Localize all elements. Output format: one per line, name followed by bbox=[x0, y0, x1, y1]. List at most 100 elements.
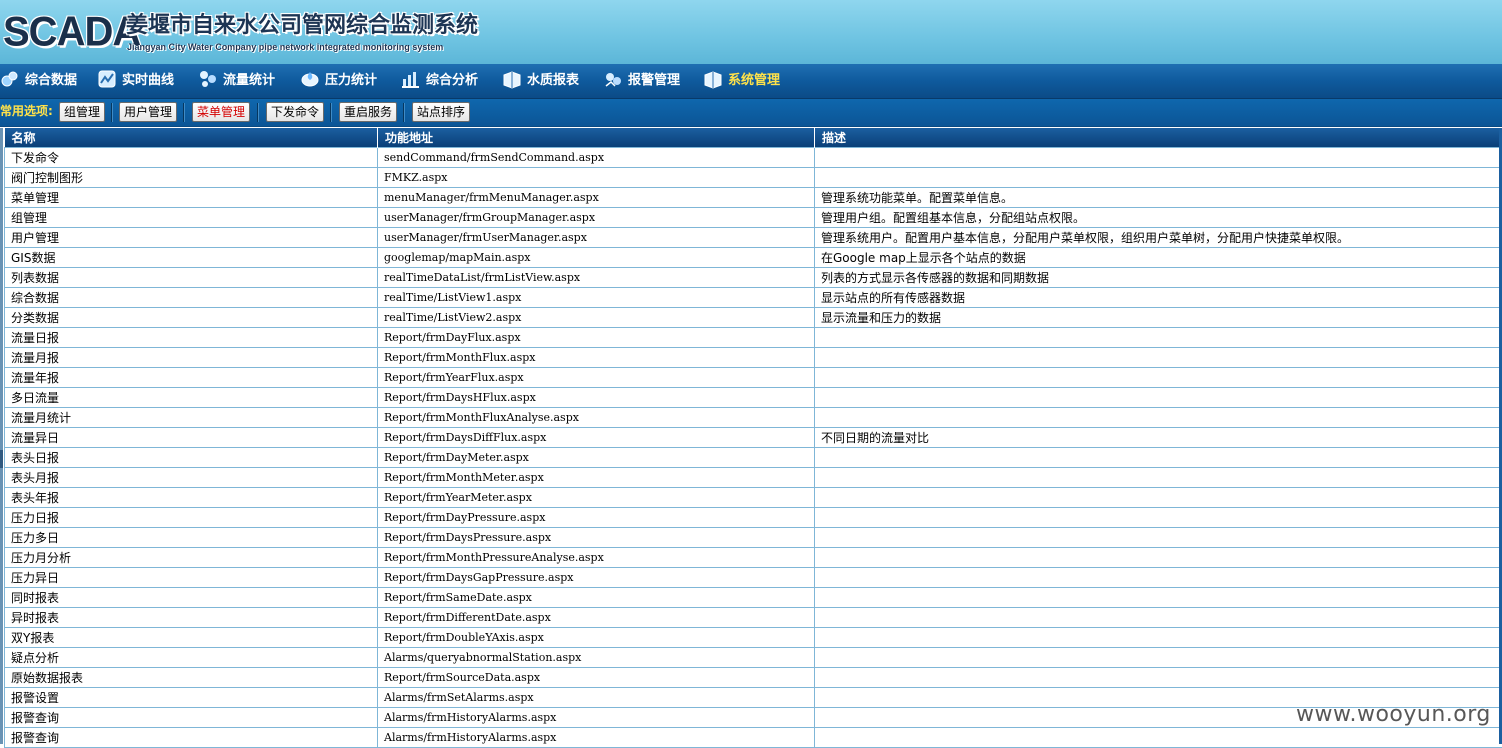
menu-name-cell: GIS数据 bbox=[5, 248, 378, 268]
table-row[interactable]: 多日流量Report/frmDaysHFlux.aspx bbox=[5, 388, 1502, 408]
table-row[interactable]: GIS数据googlemap/mapMain.aspx在Google map上显… bbox=[5, 248, 1502, 268]
menu-name-cell: 表头日报 bbox=[5, 448, 378, 468]
nav-item-flow-stats[interactable]: 流量统计 bbox=[198, 64, 275, 98]
menu-description-cell bbox=[815, 148, 1502, 168]
divider bbox=[257, 103, 259, 122]
station-sort-button[interactable]: 站点排序 bbox=[412, 102, 470, 122]
table-row[interactable]: 流量月统计Report/frmMonthFluxAnalyse.aspx bbox=[5, 408, 1502, 428]
menu-address-cell: Report/frmDayPressure.aspx bbox=[378, 508, 815, 528]
nav-item-realtime-curve[interactable]: 实时曲线 bbox=[97, 64, 174, 98]
table-row[interactable]: 压力异日Report/frmDaysGapPressure.aspx bbox=[5, 568, 1502, 588]
header-banner: SCADA 姜堰市自来水公司管网综合监测系统 Jiangyan City Wat… bbox=[0, 0, 1502, 66]
table-row[interactable]: 表头日报Report/frmDayMeter.aspx bbox=[5, 448, 1502, 468]
table-row[interactable]: 报警查询Alarms/frmHistoryAlarms.aspx bbox=[5, 708, 1502, 728]
menu-name-cell: 疑点分析 bbox=[5, 648, 378, 668]
table-row[interactable]: 原始数据报表Report/frmSourceData.aspx bbox=[5, 668, 1502, 688]
menu-table: 名称 功能地址 描述 下发命令sendCommand/frmSendComman… bbox=[4, 128, 1502, 748]
table-row[interactable]: 压力月分析Report/frmMonthPressureAnalyse.aspx bbox=[5, 548, 1502, 568]
menu-name-cell: 报警设置 bbox=[5, 688, 378, 708]
menu-name-cell: 压力多日 bbox=[5, 528, 378, 548]
table-row[interactable]: 异时报表Report/frmDifferentDate.aspx bbox=[5, 608, 1502, 628]
table-row[interactable]: 表头月报Report/frmMonthMeter.aspx bbox=[5, 468, 1502, 488]
menu-description-cell: 管理系统功能菜单。配置菜单信息。 bbox=[815, 188, 1502, 208]
menu-address-cell: realTime/ListView1.aspx bbox=[378, 288, 815, 308]
menu-description-cell bbox=[815, 468, 1502, 488]
table-row[interactable]: 分类数据realTime/ListView2.aspx显示流量和压力的数据 bbox=[5, 308, 1502, 328]
menu-address-cell: Report/frmDayFlux.aspx bbox=[378, 328, 815, 348]
menu-description-cell bbox=[815, 488, 1502, 508]
table-row[interactable]: 菜单管理menuManager/frmMenuManager.aspx管理系统功… bbox=[5, 188, 1502, 208]
nav-label: 流量统计 bbox=[223, 73, 275, 88]
menu-description-cell bbox=[815, 508, 1502, 528]
menu-name-cell: 流量月报 bbox=[5, 348, 378, 368]
table-row[interactable]: 疑点分析Alarms/queryabnormalStation.aspx bbox=[5, 648, 1502, 668]
menu-description-cell: 在Google map上显示各个站点的数据 bbox=[815, 248, 1502, 268]
group-management-button[interactable]: 组管理 bbox=[59, 102, 105, 122]
nav-item-analysis[interactable]: 综合分析 bbox=[401, 64, 478, 98]
nav-label: 压力统计 bbox=[325, 73, 377, 88]
table-row[interactable]: 表头年报Report/frmYearMeter.aspx bbox=[5, 488, 1502, 508]
quick-options-bar: 常用选项: 组管理 用户管理 菜单管理 下发命令 重启服务 站点排序 bbox=[0, 99, 1502, 127]
table-row[interactable]: 流量日报Report/frmDayFlux.aspx bbox=[5, 328, 1502, 348]
table-row[interactable]: 压力日报Report/frmDayPressure.aspx bbox=[5, 508, 1502, 528]
menu-name-cell: 组管理 bbox=[5, 208, 378, 228]
menu-description-cell bbox=[815, 548, 1502, 568]
table-row[interactable]: 流量年报Report/frmYearFlux.aspx bbox=[5, 368, 1502, 388]
menu-name-cell: 双Y报表 bbox=[5, 628, 378, 648]
menu-name-cell: 分类数据 bbox=[5, 308, 378, 328]
menu-address-cell: sendCommand/frmSendCommand.aspx bbox=[378, 148, 815, 168]
menu-address-cell: Alarms/frmHistoryAlarms.aspx bbox=[378, 708, 815, 728]
table-row[interactable]: 报警查询Alarms/frmHistoryAlarms.aspx bbox=[5, 728, 1502, 748]
left-edge bbox=[0, 128, 3, 744]
menu-description-cell bbox=[815, 628, 1502, 648]
logo: SCADA bbox=[3, 9, 140, 55]
table-row[interactable]: 双Y报表Report/frmDoubleYAxis.aspx bbox=[5, 628, 1502, 648]
table-row[interactable]: 组管理userManager/frmGroupManager.aspx管理用户组… bbox=[5, 208, 1502, 228]
menu-name-cell: 用户管理 bbox=[5, 228, 378, 248]
column-header-name[interactable]: 名称 bbox=[5, 128, 378, 148]
table-row[interactable]: 阀门控制图形FMKZ.aspx bbox=[5, 168, 1502, 188]
nav-item-integrated-data[interactable]: 综合数据 bbox=[0, 64, 77, 98]
menu-address-cell: menuManager/frmMenuManager.aspx bbox=[378, 188, 815, 208]
restart-service-button[interactable]: 重启服务 bbox=[339, 102, 397, 122]
table-row[interactable]: 流量月报Report/frmMonthFlux.aspx bbox=[5, 348, 1502, 368]
menu-name-cell: 列表数据 bbox=[5, 268, 378, 288]
nav-item-water-quality-report[interactable]: 水质报表 bbox=[502, 64, 579, 98]
watermark: www.wooyun.org bbox=[1296, 702, 1491, 727]
menu-management-button[interactable]: 菜单管理 bbox=[192, 102, 250, 122]
user-management-button[interactable]: 用户管理 bbox=[119, 102, 177, 122]
system-icon bbox=[703, 69, 723, 89]
nav-item-pressure-stats[interactable]: 压力统计 bbox=[300, 64, 377, 98]
table-row[interactable]: 下发命令sendCommand/frmSendCommand.aspx bbox=[5, 148, 1502, 168]
table-row[interactable]: 用户管理userManager/frmUserManager.aspx管理系统用… bbox=[5, 228, 1502, 248]
menu-name-cell: 压力月分析 bbox=[5, 548, 378, 568]
menu-name-cell: 菜单管理 bbox=[5, 188, 378, 208]
table-row[interactable]: 报警设置Alarms/frmSetAlarms.aspx bbox=[5, 688, 1502, 708]
menu-name-cell: 流量异日 bbox=[5, 428, 378, 448]
column-header-address[interactable]: 功能地址 bbox=[378, 128, 815, 148]
menu-address-cell: Report/frmSourceData.aspx bbox=[378, 668, 815, 688]
menu-description-cell bbox=[815, 348, 1502, 368]
send-command-button[interactable]: 下发命令 bbox=[266, 102, 324, 122]
table-row[interactable]: 流量异日Report/frmDaysDiffFlux.aspx不同日期的流量对比 bbox=[5, 428, 1502, 448]
table-row[interactable]: 综合数据realTime/ListView1.aspx显示站点的所有传感器数据 bbox=[5, 288, 1502, 308]
analysis-icon bbox=[401, 69, 421, 89]
collapse-handle[interactable] bbox=[0, 450, 3, 468]
menu-address-cell: userManager/frmGroupManager.aspx bbox=[378, 208, 815, 228]
nav-item-alarm-management[interactable]: 报警管理 bbox=[603, 64, 680, 98]
menu-address-cell: Report/frmDaysPressure.aspx bbox=[378, 528, 815, 548]
table-row[interactable]: 压力多日Report/frmDaysPressure.aspx bbox=[5, 528, 1502, 548]
menu-name-cell: 流量月统计 bbox=[5, 408, 378, 428]
menu-description-cell bbox=[815, 588, 1502, 608]
column-header-description[interactable]: 描述 bbox=[815, 128, 1502, 148]
menu-address-cell: userManager/frmUserManager.aspx bbox=[378, 228, 815, 248]
nav-item-system-management[interactable]: 系统管理 bbox=[703, 64, 780, 98]
menu-name-cell: 流量日报 bbox=[5, 328, 378, 348]
table-row[interactable]: 列表数据realTimeDataList/frmListView.aspx列表的… bbox=[5, 268, 1502, 288]
nav-label: 报警管理 bbox=[628, 73, 680, 88]
table-row[interactable]: 同时报表Report/frmSameDate.aspx bbox=[5, 588, 1502, 608]
menu-name-cell: 综合数据 bbox=[5, 288, 378, 308]
menu-address-cell: Alarms/frmSetAlarms.aspx bbox=[378, 688, 815, 708]
menu-address-cell: realTime/ListView2.aspx bbox=[378, 308, 815, 328]
divider bbox=[111, 103, 113, 122]
